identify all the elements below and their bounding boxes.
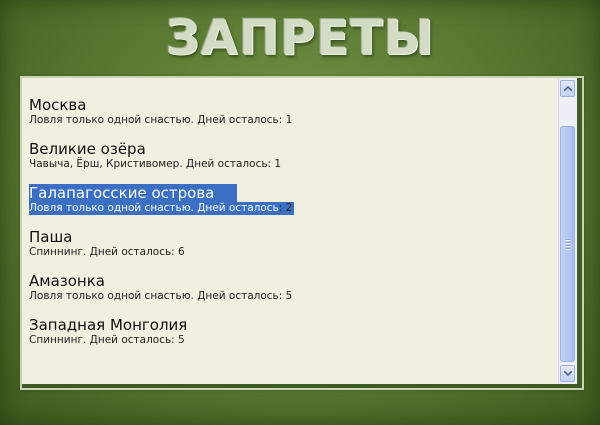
grip-icon: [565, 239, 571, 251]
ban-item-description-main: Ловля только одной снастью. Дней осталос…: [29, 202, 279, 214]
ban-item-description: Спиннинг. Дней осталось: 5: [29, 334, 185, 346]
ban-item-description: Чавыча, Ёрш, Кристивомер. Дней осталось:…: [29, 158, 282, 170]
ban-item-description: Ловля только одной снастью. Дней осталос…: [29, 114, 293, 126]
ban-item-title: Галапагосские острова: [29, 184, 215, 202]
ban-item-title: Амазонка: [29, 272, 105, 290]
ban-item-description-tail: : 2: [278, 202, 293, 214]
ban-item-title: Москва: [29, 96, 87, 114]
ban-item-title: Великие озёра: [29, 140, 146, 158]
vertical-scrollbar[interactable]: [558, 78, 577, 384]
arrow-up-icon: [564, 86, 572, 91]
ban-item-description: Ловля только одной снастью. Дней осталос…: [29, 202, 292, 215]
bans-window: ЗАПРЕТЫ Москва Ловля только одной снасть…: [0, 0, 600, 425]
ban-item-description: Ловля только одной снастью. Дней осталос…: [29, 290, 293, 302]
ban-item-description: Спиннинг. Дней осталось: 6: [29, 246, 185, 258]
bans-list[interactable]: Москва Ловля только одной снастью. Дней …: [22, 78, 558, 384]
scroll-down-button[interactable]: [560, 365, 575, 382]
ban-item-title: Паша: [29, 228, 73, 246]
scroll-up-button[interactable]: [560, 80, 575, 97]
scrollbar-thumb[interactable]: [560, 126, 575, 362]
arrow-down-icon: [564, 371, 572, 376]
ban-item-title: Западная Монголия: [29, 316, 188, 334]
page-title: ЗАПРЕТЫ: [165, 10, 435, 66]
